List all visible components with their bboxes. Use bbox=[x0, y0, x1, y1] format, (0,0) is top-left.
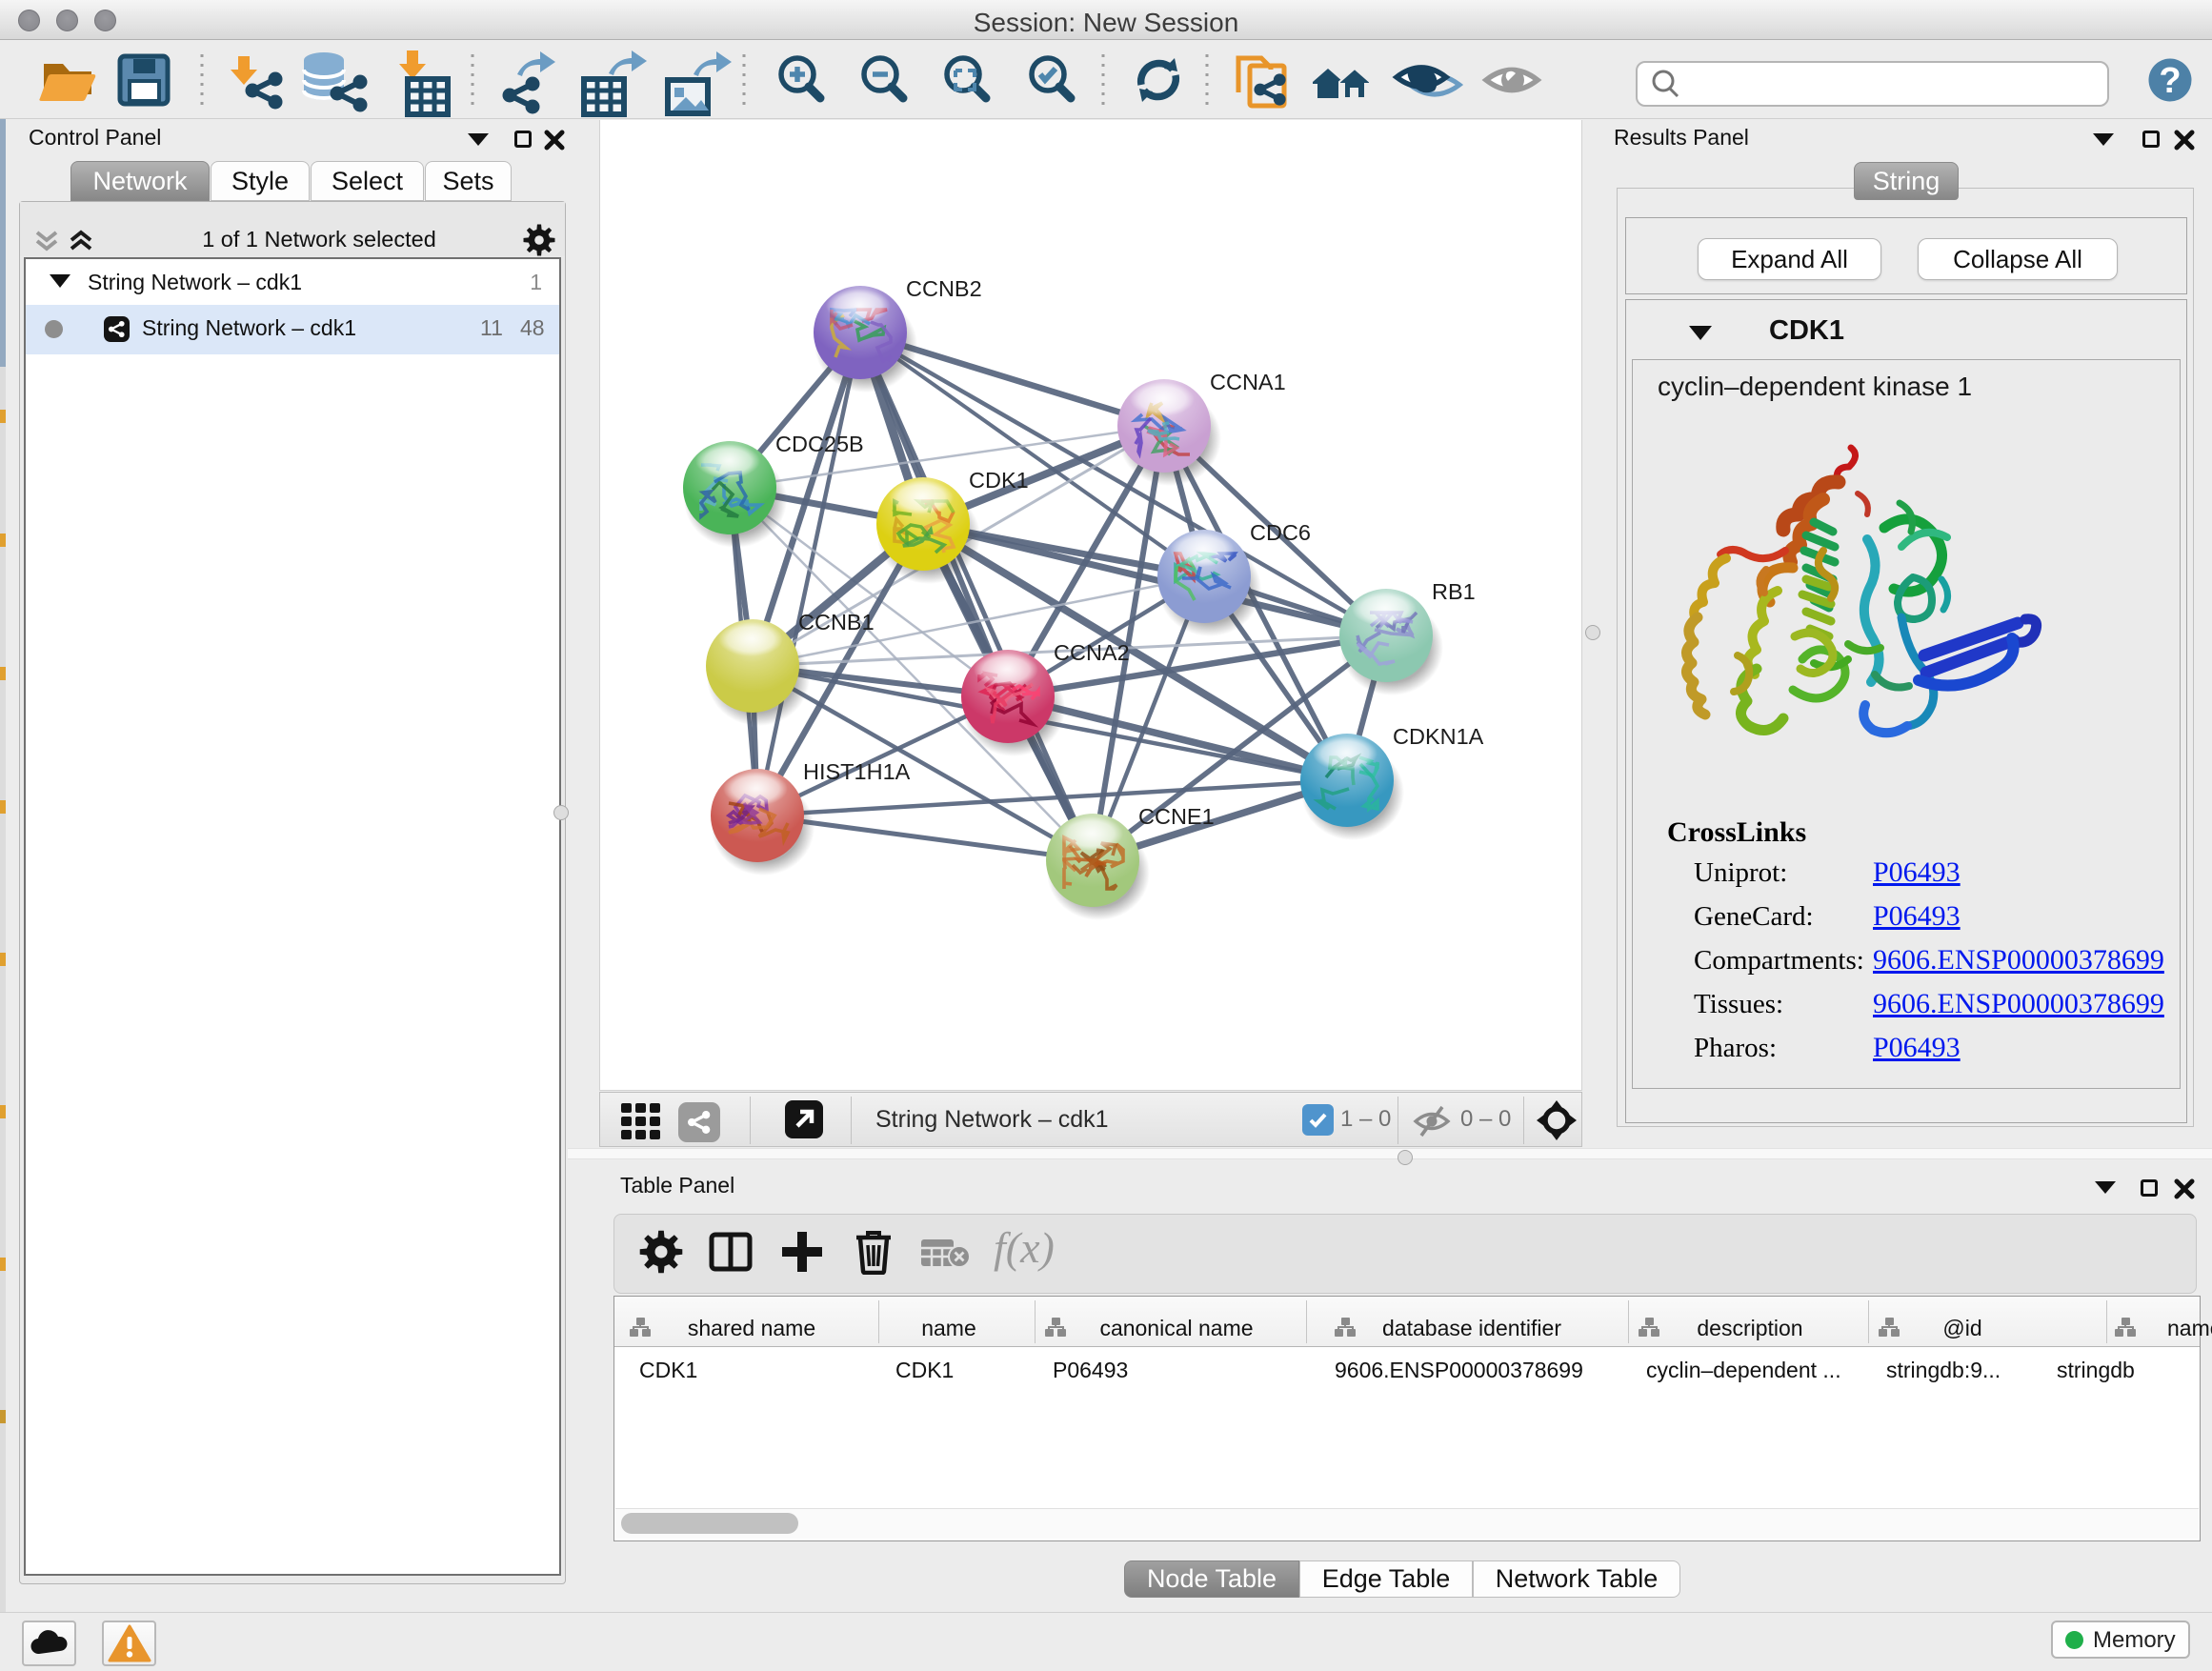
svg-text:CCNE1: CCNE1 bbox=[1138, 804, 1215, 829]
svg-text:CDK1: CDK1 bbox=[969, 468, 1029, 493]
svg-text:CCNB1: CCNB1 bbox=[798, 610, 875, 634]
svg-text:HIST1H1A: HIST1H1A bbox=[803, 759, 911, 784]
svg-text:?: ? bbox=[2159, 61, 2181, 101]
svg-text:RB1: RB1 bbox=[1432, 579, 1476, 604]
svg-text:CCNA2: CCNA2 bbox=[1054, 640, 1130, 665]
svg-text:CCNA1: CCNA1 bbox=[1210, 370, 1286, 394]
svg-text:CDKN1A: CDKN1A bbox=[1393, 724, 1484, 749]
svg-text:CDC25B: CDC25B bbox=[775, 432, 864, 456]
svg-text:CDC6: CDC6 bbox=[1250, 520, 1311, 545]
svg-text:CCNB2: CCNB2 bbox=[906, 276, 982, 301]
